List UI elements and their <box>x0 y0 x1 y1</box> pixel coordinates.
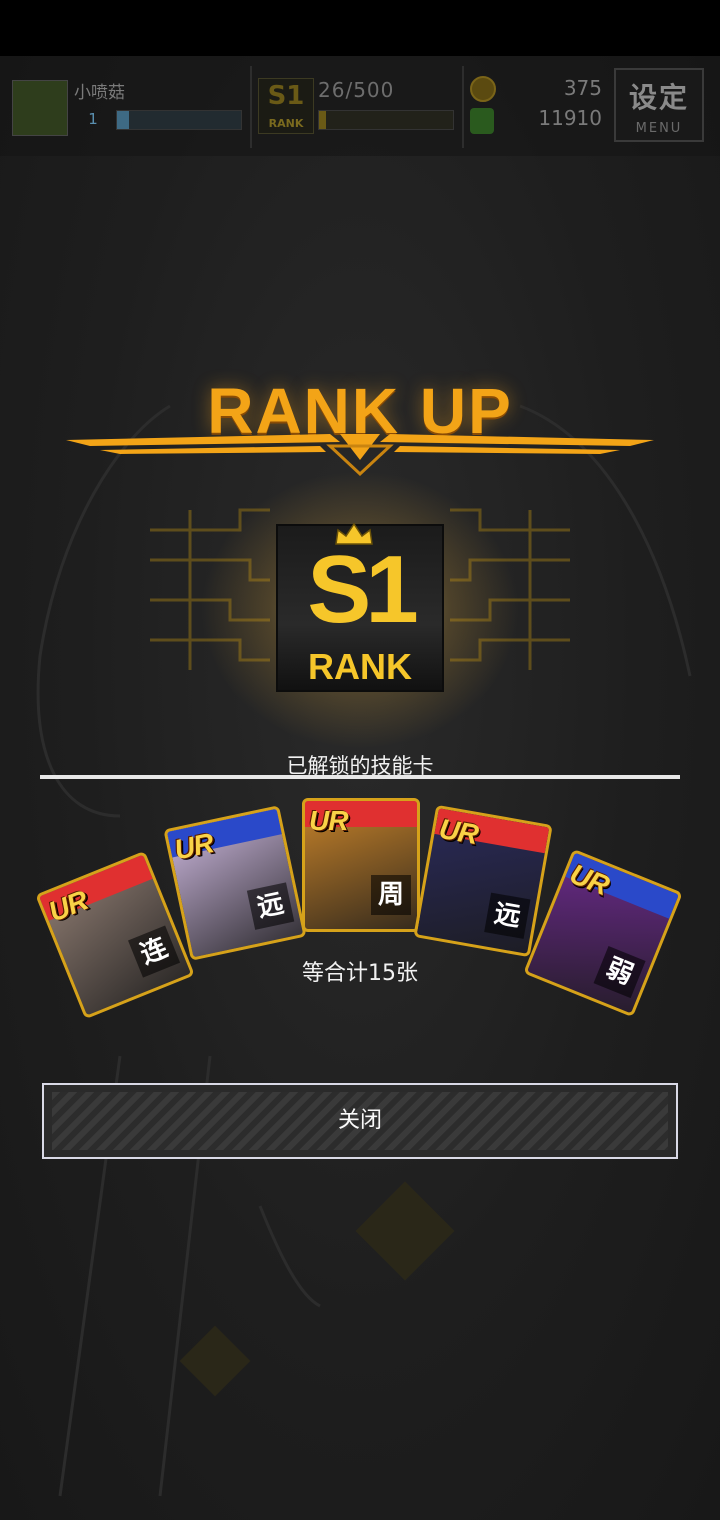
player-name: 小喷菇 <box>74 83 125 103</box>
player-level-badge: 1 <box>88 110 98 128</box>
top-hud: 小喷菇 1 S1 RANK 26/500 375 11910 设定 MENU <box>0 56 720 156</box>
card-rarity: UR <box>309 805 348 836</box>
exp-bar <box>116 110 242 130</box>
rank-icon: S1 RANK <box>258 78 314 134</box>
rank-badge-number: S1 <box>307 536 418 643</box>
unlocked-total-text: 等合计15张 <box>302 961 418 986</box>
hud-divider <box>250 66 252 148</box>
skill-card[interactable]: UR 远 <box>413 804 553 958</box>
rank-badge-label: RANK <box>308 646 412 687</box>
exp-bar-fill <box>117 111 130 129</box>
rank-badge: S1 RANK <box>276 524 444 692</box>
background-character-art <box>0 56 720 1520</box>
coin-icon <box>470 76 496 102</box>
player-avatar[interactable] <box>12 80 68 136</box>
coin-count: 375 <box>563 76 602 100</box>
gem-icon <box>470 108 494 134</box>
card-type-tag: 周 <box>371 875 411 915</box>
skill-card[interactable]: UR 周 <box>302 798 420 932</box>
card-rarity: UR <box>436 812 481 851</box>
menu-button-label: MENU <box>635 121 683 136</box>
rank-progress-bar <box>318 110 454 130</box>
gem-count: 11910 <box>538 106 602 130</box>
close-button-label: 关闭 <box>337 1108 382 1133</box>
menu-button[interactable]: 设定 MENU <box>614 68 704 142</box>
rank-progress-fill <box>319 111 326 129</box>
card-type-tag: 远 <box>484 892 531 939</box>
rank-icon-number: S1 <box>267 81 305 111</box>
crown-icon <box>335 522 373 545</box>
unlocked-cards-divider <box>40 775 680 779</box>
hud-divider <box>462 66 464 148</box>
menu-button-title: 设定 <box>628 81 689 114</box>
card-type-tag: 远 <box>246 882 295 930</box>
rank-icon-label: RANK <box>268 117 304 130</box>
close-button[interactable]: 关闭 <box>42 1083 678 1159</box>
rank-progress-text: 26/500 <box>318 78 395 102</box>
status-bar <box>0 0 720 56</box>
card-rarity: UR <box>171 827 216 866</box>
